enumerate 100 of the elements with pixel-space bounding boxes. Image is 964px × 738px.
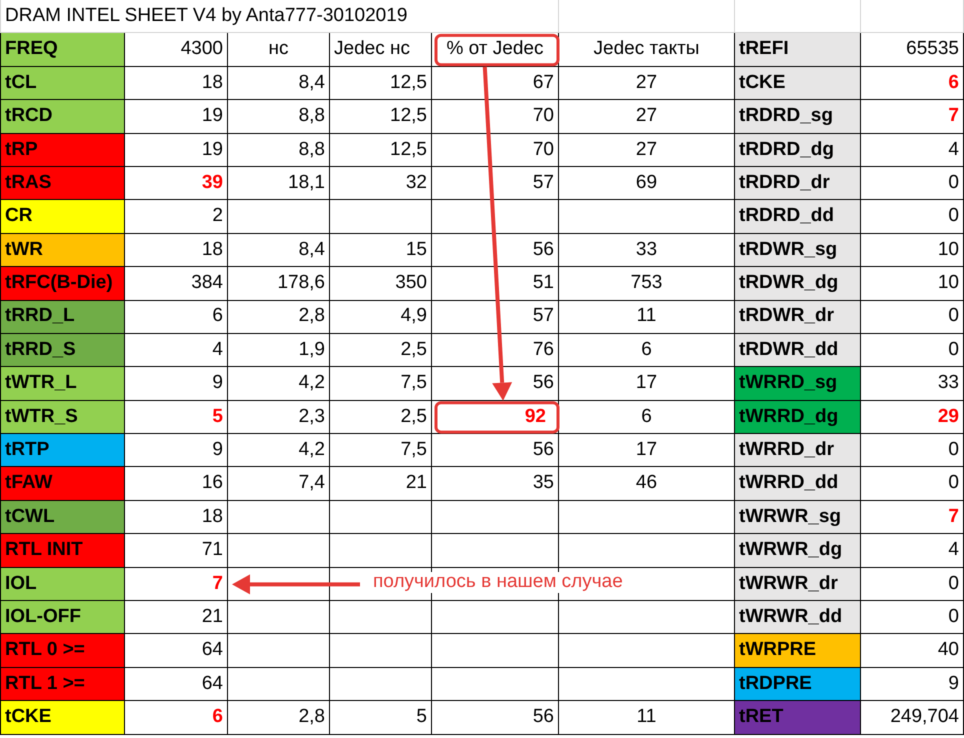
row-label: tRDWR_dd: [735, 334, 861, 368]
table-cell: 92: [432, 400, 559, 434]
row-label: FREQ: [0, 33, 125, 67]
row-label: tWRRD_sg: [735, 367, 861, 401]
table-cell: 4300: [125, 33, 228, 67]
table-cell: 7,5: [330, 367, 432, 401]
row-label: tRDPRE: [735, 668, 861, 702]
table-cell: 15: [330, 234, 432, 268]
row-label: tWRWR_sg: [735, 500, 861, 534]
table-cell: 9: [125, 434, 228, 468]
row-label: CR: [0, 200, 125, 234]
table-cell: 0: [861, 300, 964, 334]
table-cell: 57: [432, 300, 559, 334]
row-label: tRAS: [0, 166, 125, 200]
row-label: tRCD: [0, 100, 125, 134]
table-cell: 0: [861, 200, 964, 234]
row-label: tRDWR_dr: [735, 300, 861, 334]
row-label: tWRRD_dd: [735, 467, 861, 501]
table-cell: 56: [432, 701, 559, 735]
row-label: RTL INIT: [0, 534, 125, 568]
row-label: tRDRD_dd: [735, 200, 861, 234]
row-label: RTL 1 >=: [0, 668, 125, 702]
row-label: tCWL: [0, 500, 125, 534]
table-cell: 2,5: [330, 400, 432, 434]
table-cell: 0: [861, 334, 964, 368]
table-cell: 67: [432, 66, 559, 100]
column-header: % от Jedec: [432, 33, 559, 67]
table-cell: 21: [125, 601, 228, 634]
table-cell: 178,6: [228, 267, 330, 301]
table-cell: 4: [861, 534, 964, 568]
table-cell: 384: [125, 267, 228, 301]
table-cell: 65535: [861, 33, 964, 67]
row-label: IOL-OFF: [0, 601, 125, 634]
table-cell: 19: [125, 100, 228, 134]
row-label: tRET: [735, 701, 861, 735]
table-cell: 10: [861, 234, 964, 268]
table-cell: 7: [861, 500, 964, 534]
row-label: tWRRD_dg: [735, 400, 861, 434]
table-cell: 8,4: [228, 234, 330, 268]
table-cell: 70: [432, 100, 559, 134]
table-cell: 8,8: [228, 100, 330, 134]
table-cell: 57: [432, 166, 559, 200]
table-cell: 9: [861, 668, 964, 702]
table-cell: 5: [125, 400, 228, 434]
table-cell: 70: [432, 134, 559, 167]
table-cell: 2,8: [228, 701, 330, 735]
table-cell: 2,5: [330, 334, 432, 368]
row-label: tWRPRE: [735, 634, 861, 668]
row-label: tRDRD_dg: [735, 134, 861, 167]
table-cell: 4,2: [228, 367, 330, 401]
table-cell: 18: [125, 500, 228, 534]
table-cell: 350: [330, 267, 432, 301]
table-cell: 2: [125, 200, 228, 234]
row-label: tRFC(B-Die): [0, 267, 125, 301]
table-cell: 10: [861, 267, 964, 301]
table-cell: 0: [861, 568, 964, 602]
row-label: tCKE: [0, 701, 125, 735]
row-label: tRDRD_sg: [735, 100, 861, 134]
table-cell: 51: [432, 267, 559, 301]
table-cell: 35: [432, 467, 559, 501]
table-cell: 32: [330, 166, 432, 200]
column-header: нс: [228, 33, 330, 67]
table-cell: 12,5: [330, 134, 432, 167]
table-cell: 7,4: [228, 467, 330, 501]
table-cell: 8,4: [228, 66, 330, 100]
table-cell: 0: [861, 434, 964, 468]
table-cell: 12,5: [330, 100, 432, 134]
table-cell: 64: [125, 668, 228, 702]
row-label: IOL: [0, 568, 125, 602]
row-label: tWR: [0, 234, 125, 268]
row-label: tWTR_S: [0, 400, 125, 434]
table-cell: 8,8: [228, 134, 330, 167]
table-cell: 56: [432, 434, 559, 468]
table-cell: 0: [861, 467, 964, 501]
row-label: tWRRD_dr: [735, 434, 861, 468]
row-label: tRDRD_dr: [735, 166, 861, 200]
table-cell: 5: [330, 701, 432, 735]
row-label: tRP: [0, 134, 125, 167]
row-label: tCKE: [735, 66, 861, 100]
table-cell: 76: [432, 334, 559, 368]
table-cell: 7,5: [330, 434, 432, 468]
column-header: Jedec нс: [330, 33, 432, 67]
table-cell: 18,1: [228, 166, 330, 200]
table-cell: 7: [125, 568, 228, 602]
row-label: tCL: [0, 66, 125, 100]
table-cell: 0: [861, 601, 964, 634]
table-cell: 19: [125, 134, 228, 167]
table-cell: 16: [125, 467, 228, 501]
row-label: tRRD_S: [0, 334, 125, 368]
row-label: tRDWR_sg: [735, 234, 861, 268]
row-label: RTL 0 >=: [0, 634, 125, 668]
table-cell: 12,5: [330, 66, 432, 100]
table-cell: 6: [861, 66, 964, 100]
row-label: tWRWR_dd: [735, 601, 861, 634]
table-cell: 71: [125, 534, 228, 568]
table-cell: 4,2: [228, 434, 330, 468]
table-cell: 6: [125, 701, 228, 735]
table-cell: 64: [125, 634, 228, 668]
table-cell: 33: [861, 367, 964, 401]
table-cell: 7: [861, 100, 964, 134]
